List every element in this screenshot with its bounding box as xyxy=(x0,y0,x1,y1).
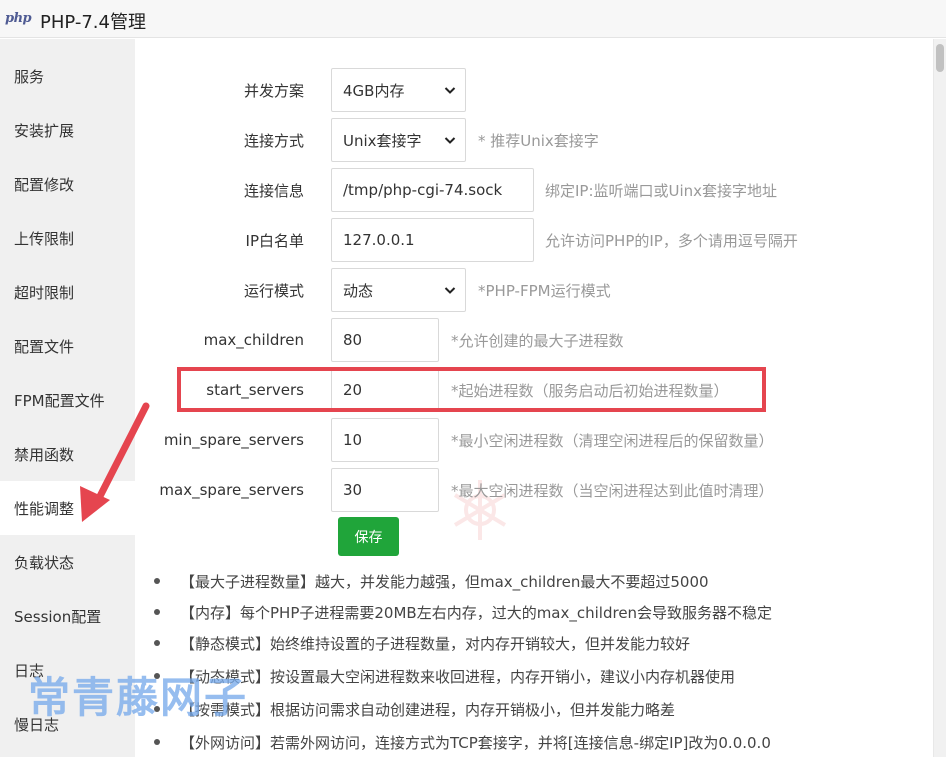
min-spare-label: min_spare_servers xyxy=(163,431,304,449)
max-spare-label: max_spare_servers xyxy=(159,481,304,499)
concurrency-label: 并发方案 xyxy=(243,81,304,100)
note-text: 【动态模式】按设置最大空闲进程数来收回进程，内存开销小，建议小内存机器使用 xyxy=(180,667,736,686)
whitelist-hint: 允许访问PHP的IP，多个请用逗号隔开 xyxy=(545,231,798,250)
max-spare-hint: *最大空闲进程数（当空闲进程达到此值时清理） xyxy=(451,481,774,500)
list-item: 【外网访问】若需外网访问，连接方式为TCP套接字，并将[连接信息-绑定IP]改为… xyxy=(154,727,771,757)
save-button[interactable]: 保存 xyxy=(338,517,399,556)
note-text: 【静态模式】始终维持设置的子进程数量，对内存开销较大，但并发能力较好 xyxy=(180,634,691,653)
window-titlebar: php PHP-7.4管理 xyxy=(0,0,946,38)
concurrency-select[interactable]: 4GB内存 xyxy=(331,68,466,112)
whitelist-input[interactable]: 127.0.0.1 xyxy=(331,218,534,262)
list-item: 【内存】每个PHP子进程需要20MB左右内存，过大的max_children会导… xyxy=(154,597,772,627)
note-text: 【内存】每个PHP子进程需要20MB左右内存，过大的max_children会导… xyxy=(180,603,773,622)
php-logo-icon: php xyxy=(5,11,32,26)
sidebar-item-session[interactable]: Session配置 xyxy=(0,589,135,643)
sidebar-item-upload-limit[interactable]: 上传限制 xyxy=(0,211,135,265)
sidebar-item-label: 服务 xyxy=(14,67,45,86)
max-spare-input[interactable]: 30 xyxy=(331,468,439,512)
sidebar-item-label: 超时限制 xyxy=(14,283,75,302)
chevron-down-icon xyxy=(444,87,456,94)
listen-input[interactable]: /tmp/php-cgi-74.sock xyxy=(331,168,534,212)
sidebar-item-label: 上传限制 xyxy=(14,229,75,248)
connection-value: Unix套接字 xyxy=(343,131,422,150)
listen-value: /tmp/php-cgi-74.sock xyxy=(343,181,503,199)
min-spare-value: 10 xyxy=(343,431,363,449)
note-text: 【外网访问】若需外网访问，连接方式为TCP套接字，并将[连接信息-绑定IP]改为… xyxy=(180,733,771,752)
sidebar-item-label: 配置文件 xyxy=(14,337,75,356)
listen-hint: 绑定IP:监听端口或Uinx套接字地址 xyxy=(545,181,778,200)
note-text: 【最大子进程数量】越大，并发能力越强，但max_children最大不要超过50… xyxy=(180,572,709,591)
concurrency-value: 4GB内存 xyxy=(343,81,405,100)
sidebar: 服务 安装扩展 配置修改 上传限制 超时限制 配置文件 FPM配置文件 禁用函数… xyxy=(0,39,135,757)
min-spare-input[interactable]: 10 xyxy=(331,418,439,462)
max-children-label: max_children xyxy=(203,331,304,349)
sidebar-item-load-status[interactable]: 负载状态 xyxy=(0,535,135,589)
sidebar-item-config-file[interactable]: 配置文件 xyxy=(0,319,135,373)
max-spare-value: 30 xyxy=(343,481,363,499)
list-item: 【最大子进程数量】越大，并发能力越强，但max_children最大不要超过50… xyxy=(154,566,709,596)
whitelist-label: IP白名单 xyxy=(245,231,304,250)
connection-select[interactable]: Unix套接字 xyxy=(331,118,466,162)
red-arrow-icon xyxy=(80,402,150,522)
sidebar-item-extensions[interactable]: 安装扩展 xyxy=(0,103,135,157)
run-mode-select[interactable]: 动态 xyxy=(331,268,466,312)
connection-label: 连接方式 xyxy=(243,131,304,150)
listen-label: 连接信息 xyxy=(243,181,304,200)
sidebar-item-label: 负载状态 xyxy=(14,553,75,572)
window-title: PHP-7.4管理 xyxy=(40,12,146,33)
sidebar-item-label: 性能调整 xyxy=(14,499,75,518)
sidebar-item-label: 配置修改 xyxy=(14,175,75,194)
chevron-down-icon xyxy=(444,287,456,294)
whitelist-value: 127.0.0.1 xyxy=(343,231,415,249)
bullet-icon xyxy=(154,609,160,615)
bullet-icon xyxy=(154,578,160,584)
bullet-icon xyxy=(154,739,160,745)
bullet-icon xyxy=(154,640,160,646)
max-children-hint: *允许创建的最大子进程数 xyxy=(451,331,624,350)
sidebar-item-config-edit[interactable]: 配置修改 xyxy=(0,157,135,211)
watermark-text: 常青藤网子 xyxy=(28,673,249,722)
run-mode-value: 动态 xyxy=(343,281,374,300)
max-children-input[interactable]: 80 xyxy=(331,318,439,362)
list-item: 【静态模式】始终维持设置的子进程数量，对内存开销较大，但并发能力较好 xyxy=(154,628,690,658)
scrollbar-thumb[interactable] xyxy=(936,44,944,72)
min-spare-hint: *最小空闲进程数（清理空闲进程后的保留数量） xyxy=(451,431,774,450)
sidebar-item-timeout-limit[interactable]: 超时限制 xyxy=(0,265,135,319)
chevron-down-icon xyxy=(444,137,456,144)
scrollbar-track[interactable] xyxy=(933,39,946,757)
sidebar-item-label: 禁用函数 xyxy=(14,445,75,464)
run-mode-label: 运行模式 xyxy=(243,281,304,300)
sidebar-item-label: 安装扩展 xyxy=(14,121,75,140)
sidebar-item-service[interactable]: 服务 xyxy=(0,49,135,103)
note-text: 【按需模式】根据访问需求自动创建进程，内存开销极小，但并发能力略差 xyxy=(180,700,676,719)
highlight-box xyxy=(177,367,766,412)
run-mode-hint: *PHP-FPM运行模式 xyxy=(478,281,611,300)
connection-hint: * 推荐Unix套接字 xyxy=(478,131,599,150)
max-children-value: 80 xyxy=(343,331,363,349)
sidebar-item-label: Session配置 xyxy=(14,607,102,626)
